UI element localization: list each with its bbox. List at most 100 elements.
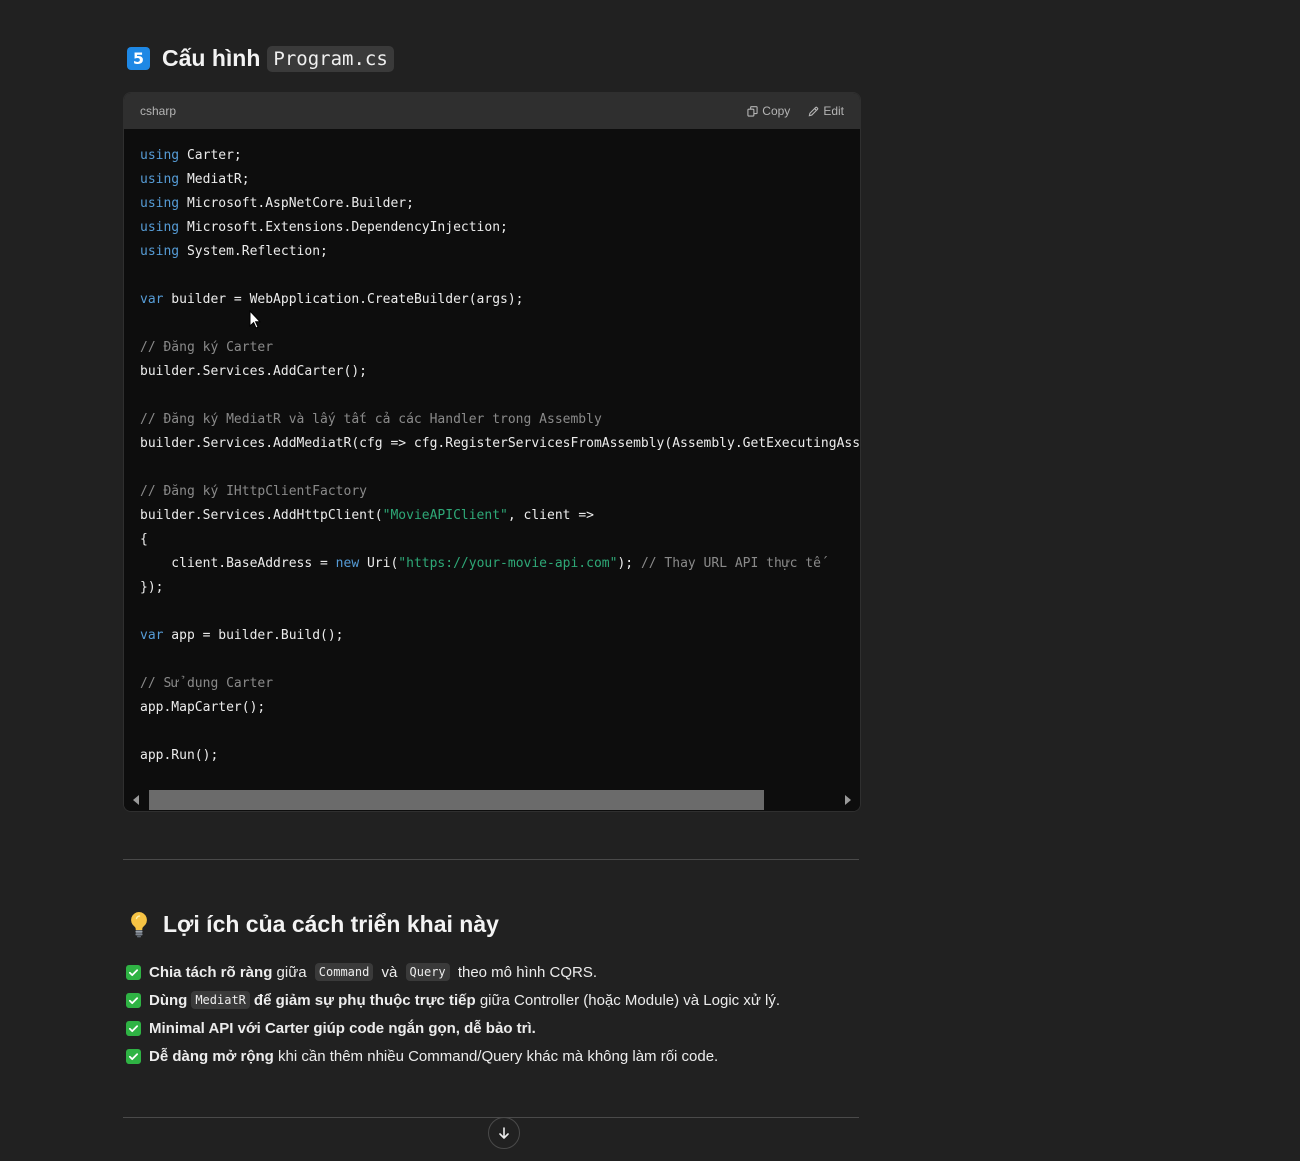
code-line: app.Run(); [140,744,218,768]
code-line: // Đăng ký IHttpClientFactory [140,480,367,504]
code-line: { [140,528,148,552]
bold-text: Dễ dàng mở rộng [149,1047,274,1065]
code-line: builder.Services.AddMediatR(cfg => cfg.R… [140,432,860,456]
code-comment: // Thay URL API thực tế [640,556,821,571]
section-heading-benefits: Lợi ích của cách triển khai này [127,910,499,938]
code-text: Carter; [179,148,242,163]
code-text: ); [617,556,641,571]
code-line: using MediatR; [140,168,250,192]
code-line: var app = builder.Build(); [140,624,344,648]
code-text: client.BaseAddress = [140,556,336,571]
code-keyword: using [140,244,180,259]
code-line: app.MapCarter(); [140,696,265,720]
check-mark-icon [126,1048,141,1064]
code-keyword: var [140,628,164,643]
code-line: var builder = WebApplication.CreateBuild… [140,288,524,312]
code-text: builder.Services.AddCarter(); [140,364,367,379]
item-text: và [377,963,402,981]
code-block-actions: Copy Edit [747,104,844,118]
scroll-right-arrow-icon[interactable] [845,795,851,805]
scrollbar-thumb[interactable] [149,790,764,810]
code-line: using Microsoft.AspNetCore.Builder; [140,192,414,216]
copy-icon [747,105,758,117]
code-comment: // Sử dụng Carter [140,676,274,691]
code-line: builder.Services.AddHttpClient("MovieAPI… [140,504,594,528]
code-line: using Microsoft.Extensions.DependencyInj… [140,216,508,240]
check-mark-icon [126,964,141,980]
item-text: giữa Controller (hoặc Module) và Logic x… [475,991,781,1009]
code-keyword: using [140,220,180,235]
code-block: csharp Copy Edit using Carter; using Med… [123,92,861,812]
code-keyword: using [140,148,180,163]
code-keyword: using [140,172,180,187]
copy-button[interactable]: Copy [747,104,790,118]
list-item: Dùng MediatR để giảm sự phụ thuộc trực tiế… [126,986,866,1014]
list-item: Dễ dàng mở rộng khi cần thêm nhiều Comma… [126,1042,866,1070]
code-line: }); [140,576,163,600]
pencil-icon [808,106,819,116]
list-item: Chia tách rõ ràng giữa Command và Query … [126,958,866,986]
code-text: , client => [507,508,594,523]
code-keyword: new [335,556,360,571]
bold-text: Minimal API với Carter giúp code ngắn gọ… [149,1019,536,1037]
code-comment: // Đăng ký Carter [140,340,274,355]
item-text: giữa [272,963,311,981]
code-text: }); [140,580,164,595]
bold-text: Chia tách rõ ràng [149,963,273,981]
edit-button[interactable]: Edit [808,104,844,118]
code-line: builder.Services.AddCarter(); [140,360,367,384]
divider [123,1117,859,1118]
mouse-cursor-icon [249,310,261,329]
code-line: using System.Reflection; [140,240,328,264]
keycap-5-icon: 5 [127,47,150,70]
section-heading-config: 5 Cấu hình Program.cs [127,45,394,72]
section-heading-text: Lợi ích của cách triển khai này [163,910,499,937]
inline-code: Command [314,963,374,981]
code-text: builder.Services.AddMediatR(cfg => cfg.R… [140,436,860,451]
heading-inline-code: Program.cs [267,45,394,72]
benefit-list: Chia tách rõ ràng giữa Command và Query … [126,958,866,1070]
item-text: theo mô hình CQRS. [453,963,598,981]
check-mark-icon [126,1020,141,1036]
section-heading-text: Cấu hình [162,45,261,71]
code-line: // Đăng ký Carter [140,336,273,360]
scroll-left-arrow-icon[interactable] [133,795,139,805]
code-text: Uri( [359,556,399,571]
code-keyword: using [140,196,180,211]
divider [123,859,859,860]
code-text: app.Run(); [140,748,219,763]
code-keyword: var [140,292,164,307]
code-string: "https://your-movie-api.com" [398,556,618,571]
code-line: using Carter; [140,144,242,168]
code-language-label: csharp [140,104,177,118]
light-bulb-icon [131,912,147,938]
code-line: // Sử dụng Carter [140,672,273,696]
code-text: app.MapCarter(); [140,700,266,715]
code-comment: // Đăng ký IHttpClientFactory [140,484,367,499]
code-string: "MovieAPIClient" [382,508,508,523]
horizontal-scrollbar[interactable] [124,789,860,811]
inline-code: Query [405,963,450,981]
arrow-down-icon [499,1127,509,1139]
list-item: Minimal API với Carter giúp code ngắn gọ… [126,1014,866,1042]
code-text: MediatR; [179,172,250,187]
code-text: System.Reflection; [179,244,328,259]
copy-label: Copy [762,104,791,118]
check-mark-icon [126,992,141,1008]
code-text: Microsoft.Extensions.DependencyInjection… [179,220,508,235]
code-comment: // Đăng ký MediatR và lấy tất cả các Han… [140,412,602,427]
code-text: app = builder.Build(); [163,628,344,643]
item-text: khi cần thêm nhiều Command/Query khác mà… [273,1047,719,1065]
code-text: builder = WebApplication.CreateBuilder(a… [163,292,524,307]
code-line: // Đăng ký MediatR và lấy tất cả các Han… [140,408,602,432]
code-body: using Carter; using MediatR; using Micro… [124,129,860,787]
code-text: builder.Services.AddHttpClient( [140,508,383,523]
bold-text: để giảm sự phụ thuộc trực tiếp [253,991,476,1009]
code-line: client.BaseAddress = new Uri("https://yo… [140,552,821,576]
edit-label: Edit [823,104,844,118]
bold-text: Dùng [149,991,188,1009]
inline-code: MediatR [191,991,250,1009]
code-block-header: csharp Copy Edit [124,93,860,129]
scroll-to-bottom-button[interactable] [488,1117,520,1149]
code-text: { [140,532,148,547]
